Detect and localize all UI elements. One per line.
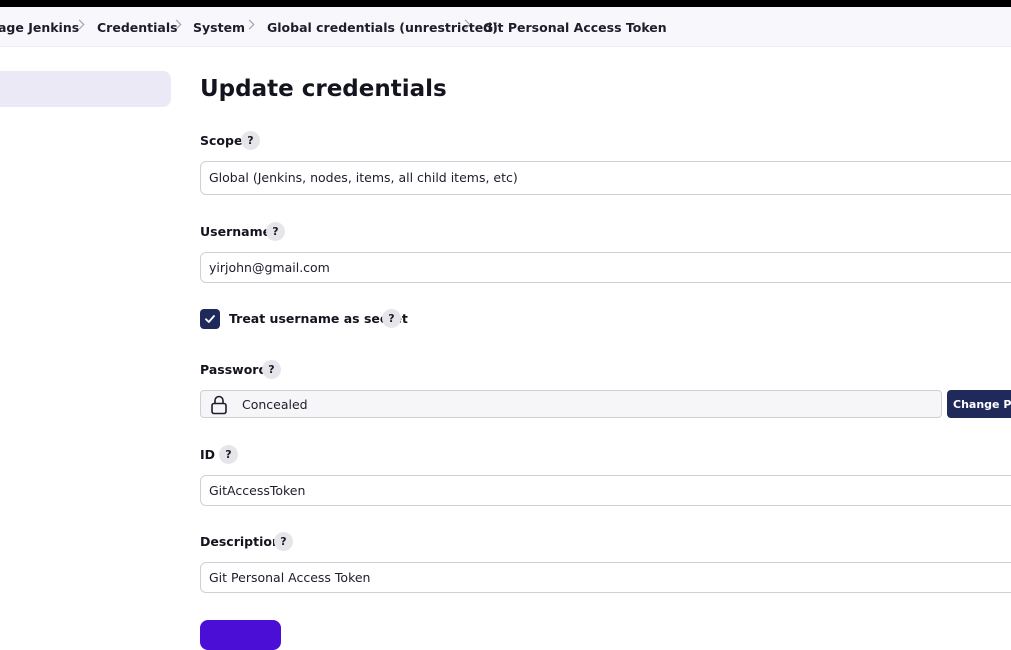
- username-label: Username: [200, 224, 272, 239]
- check-icon: [205, 315, 215, 323]
- help-icon[interactable]: ?: [262, 360, 281, 379]
- scope-label: Scope: [200, 133, 243, 148]
- username-input[interactable]: yirjohn@gmail.com: [200, 252, 1011, 283]
- id-input[interactable]: GitAccessToken: [200, 475, 1011, 506]
- change-password-button[interactable]: Change Password: [947, 390, 1011, 418]
- help-icon[interactable]: ?: [219, 445, 238, 464]
- breadcrumb-item-current[interactable]: Git Personal Access Token: [483, 20, 667, 35]
- password-concealed-field: Concealed: [200, 390, 942, 418]
- page-title: Update credentials: [200, 76, 447, 102]
- description-label: Description: [200, 534, 281, 549]
- breadcrumb: age Jenkins Credentials System Global cr…: [0, 7, 1011, 47]
- chevron-right-icon: [244, 19, 255, 30]
- breadcrumb-item-credentials[interactable]: Credentials: [97, 20, 178, 35]
- save-button[interactable]: [200, 620, 281, 650]
- lock-icon: [211, 395, 227, 415]
- breadcrumb-item-system[interactable]: System: [193, 20, 245, 35]
- top-header-strip: [0, 0, 1011, 7]
- help-icon[interactable]: ?: [382, 309, 401, 328]
- description-input[interactable]: Git Personal Access Token: [200, 562, 1011, 593]
- id-label: ID: [200, 447, 216, 462]
- treat-username-secret-checkbox[interactable]: [200, 309, 220, 329]
- bottom-app-bar: [172, 606, 1011, 632]
- scope-select[interactable]: Global (Jenkins, nodes, items, all child…: [200, 161, 1011, 195]
- password-concealed-text: Concealed: [242, 397, 308, 412]
- password-label: Password: [200, 362, 268, 377]
- sidebar-item-selected[interactable]: [0, 71, 171, 107]
- help-icon[interactable]: ?: [274, 532, 293, 551]
- breadcrumb-item-manage-jenkins[interactable]: age Jenkins: [0, 20, 79, 35]
- help-icon[interactable]: ?: [241, 131, 260, 150]
- help-icon[interactable]: ?: [266, 222, 285, 241]
